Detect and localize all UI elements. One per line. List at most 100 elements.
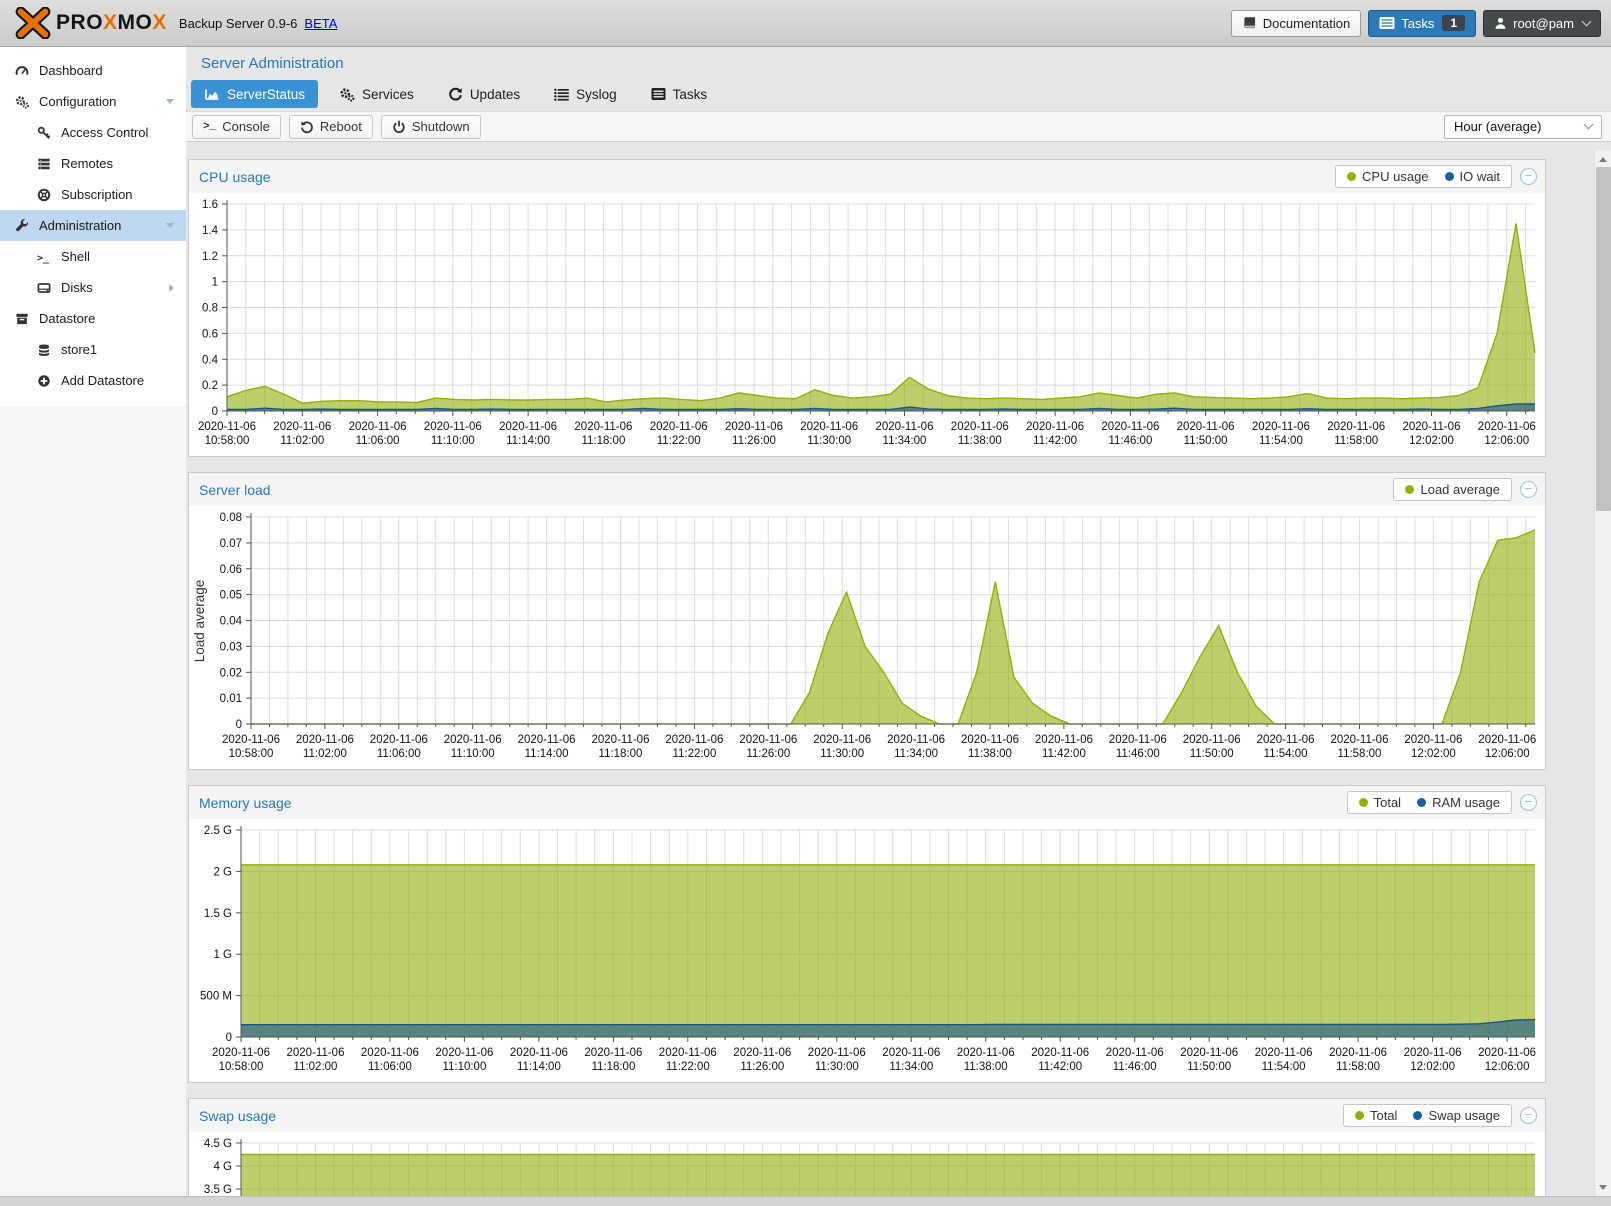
console-button[interactable]: >_ Console [192,115,281,139]
proxmox-logo: PROXMOX [14,7,167,39]
legend-item-io-wait[interactable]: IO wait [1445,169,1500,184]
tab-updates[interactable]: Updates [435,80,533,108]
collapse-button[interactable]: − [1520,168,1537,185]
svg-text:2020-11-06: 2020-11-06 [273,421,331,433]
svg-text:2020-11-06: 2020-11-06 [800,421,858,433]
panel-swap-usage: Swap usageTotalSwap usage−0500 M1 G1.5 G… [188,1098,1546,1196]
sidebar-item-disks[interactable]: Disks [0,272,186,303]
sidebar: Dashboard Configuration Access Control Remo… [0,47,186,1196]
tab-serverstatus[interactable]: ServerStatus [191,80,318,108]
chevron-down-icon[interactable] [166,99,174,104]
sidebar-item-label: store1 [61,342,97,357]
sidebar-item-store1[interactable]: store1 [0,334,186,365]
legend-dot [1417,798,1426,807]
reboot-button[interactable]: Reboot [289,115,373,139]
svg-text:11:22:00: 11:22:00 [657,435,701,447]
legend-item-swap-usage[interactable]: Swap usage [1413,1108,1500,1123]
sidebar-item-administration[interactable]: Administration [0,210,186,241]
legend-item-total[interactable]: Total [1355,1108,1397,1123]
panel-cpu-usage: CPU usageCPU usageIO wait−00.20.40.60.81… [188,159,1546,457]
page-title: Server Administration [186,47,1611,80]
svg-text:2020-11-06: 2020-11-06 [887,734,945,746]
shutdown-label: Shutdown [412,119,470,134]
sidebar-item-subscription[interactable]: Subscription [0,179,186,210]
legend-label: Swap usage [1428,1108,1500,1123]
navigation-tree: Dashboard Configuration Access Control Remo… [0,47,186,406]
sidebar-item-add-datastore[interactable]: Add Datastore [0,365,186,396]
sidebar-item-dashboard[interactable]: Dashboard [0,55,186,86]
tab-syslog[interactable]: Syslog [541,80,630,108]
beta-link[interactable]: BETA [304,16,337,31]
scroll-up-arrow[interactable] [1595,151,1611,167]
sidebar-item-datastore[interactable]: Datastore [0,303,186,334]
remotes-icon [34,157,54,171]
tab-tasks[interactable]: Tasks [638,80,721,108]
user-label: root@pam [1513,16,1574,31]
collapse-button[interactable]: − [1520,794,1537,811]
legend-item-cpu-usage[interactable]: CPU usage [1347,169,1428,184]
panel-title: Swap usage [199,1108,276,1124]
svg-text:2020-11-06: 2020-11-06 [1106,1047,1164,1059]
svg-text:4 G: 4 G [213,1161,232,1173]
sidebar-item-label: Access Control [61,125,148,140]
documentation-button[interactable]: Documentation [1231,10,1361,37]
sidebar-item-configuration[interactable]: Configuration [0,86,186,117]
tab-bar: ServerStatus Services Updates Syslog Tasks [186,80,1611,111]
legend-item-load-average[interactable]: Load average [1405,482,1500,497]
dashboard-icon [12,64,32,78]
svg-text:11:14:00: 11:14:00 [506,435,550,447]
server-load-chart: 00.010.020.030.040.050.060.070.082020-11… [189,506,1545,769]
collapse-button[interactable]: − [1520,1107,1537,1124]
svg-text:0.8: 0.8 [202,303,218,315]
sidebar-item-access-control[interactable]: Access Control [0,117,186,148]
svg-text:0.06: 0.06 [220,564,242,576]
svg-text:11:30:00: 11:30:00 [820,748,864,760]
svg-text:1.6: 1.6 [202,199,218,211]
tab-services[interactable]: Services [326,80,427,108]
svg-text:11:42:00: 11:42:00 [1033,435,1077,447]
svg-text:12:02:00: 12:02:00 [1411,748,1456,760]
svg-text:2020-11-06: 2020-11-06 [361,1047,419,1059]
svg-text:0.01: 0.01 [220,693,242,705]
scrollbar-thumb[interactable] [1596,167,1611,511]
legend-item-total[interactable]: Total [1359,795,1401,810]
shutdown-button[interactable]: Shutdown [381,115,481,139]
svg-text:1.5 G: 1.5 G [204,908,232,920]
sidebar-item-label: Dashboard [39,63,103,78]
chevron-right-icon[interactable] [169,284,174,292]
svg-text:2020-11-06: 2020-11-06 [287,1047,345,1059]
svg-text:11:58:00: 11:58:00 [1336,1061,1380,1073]
collapse-button[interactable]: − [1520,481,1537,498]
svg-text:Load average: Load average [192,580,207,663]
legend-label: Load average [1420,482,1500,497]
svg-text:11:50:00: 11:50:00 [1190,748,1234,760]
sidebar-item-shell[interactable]: >_Shell [0,241,186,272]
legend-dot [1359,798,1368,807]
user-icon [1494,16,1507,30]
legend-label: Total [1374,795,1401,810]
user-menu-button[interactable]: root@pam [1483,10,1601,37]
tab-label: Tasks [673,87,708,102]
svg-text:2020-11-06: 2020-11-06 [435,1047,493,1059]
tasks-button[interactable]: Tasks 1 [1368,10,1476,37]
chevron-down-icon[interactable] [166,223,174,228]
timeframe-select[interactable]: Hour (average) [1444,115,1602,139]
svg-text:11:46:00: 11:46:00 [1113,1061,1157,1073]
svg-text:11:30:00: 11:30:00 [807,435,851,447]
svg-text:2020-11-06: 2020-11-06 [222,734,280,746]
svg-text:0.4: 0.4 [202,354,219,366]
sidebar-item-remotes[interactable]: Remotes [0,148,186,179]
svg-text:2020-11-06: 2020-11-06 [1478,421,1536,433]
console-label: Console [222,119,270,134]
svg-text:11:42:00: 11:42:00 [1038,1061,1082,1073]
area-chart-icon [204,88,220,101]
tab-label: Syslog [576,87,617,102]
svg-text:11:34:00: 11:34:00 [894,748,938,760]
horizontal-scrollbar[interactable] [0,1196,1611,1206]
svg-text:2020-11-06: 2020-11-06 [1026,421,1084,433]
legend-item-ram-usage[interactable]: RAM usage [1417,795,1500,810]
book-icon [1242,16,1257,31]
vertical-scrollbar[interactable] [1594,150,1611,1196]
tasks-list-icon [1379,16,1395,30]
scroll-down-arrow[interactable] [1595,1179,1611,1195]
